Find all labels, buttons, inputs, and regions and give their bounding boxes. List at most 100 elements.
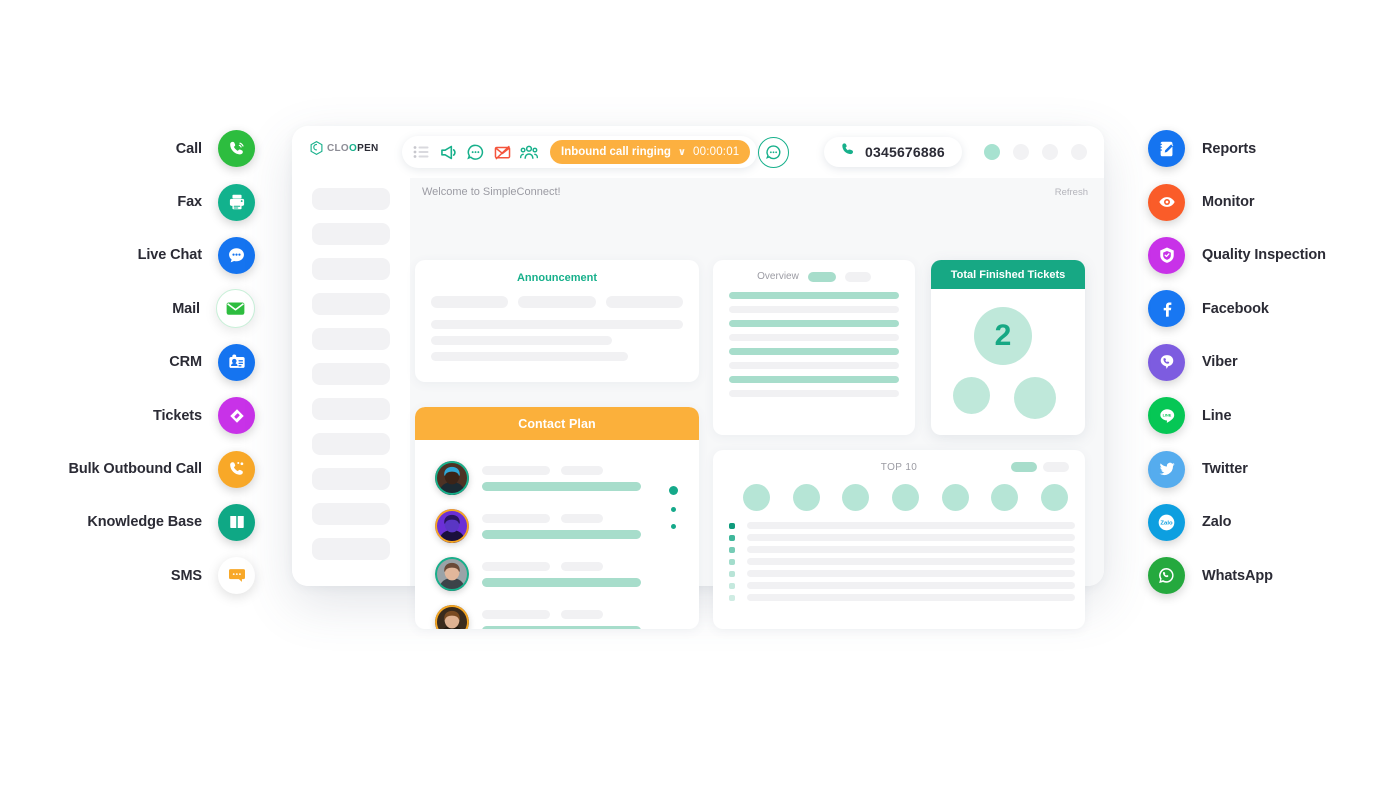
contact-plan-pager[interactable] — [669, 486, 678, 529]
announcement-tag-row — [415, 284, 699, 308]
call-status-badge[interactable]: Inbound call ringing ∨ 00:00:01 — [550, 140, 751, 164]
megaphone-icon[interactable] — [439, 143, 457, 161]
legend-swatch-active[interactable] — [1011, 462, 1037, 472]
sidebar-placeholder-row[interactable] — [312, 258, 390, 280]
rank-marker — [729, 546, 735, 553]
pager-dot-active[interactable] — [669, 486, 678, 495]
refresh-link[interactable]: Refresh — [1055, 187, 1088, 198]
channel-item-sms[interactable]: SMS — [171, 549, 255, 602]
cloopen-mark-icon — [310, 141, 323, 155]
channel-item-fax[interactable]: Fax — [177, 175, 255, 228]
contact-plan-row[interactable] — [415, 454, 699, 502]
channel-item-bulk-outbound-call[interactable]: Bulk Outbound Call — [68, 442, 255, 495]
pager-dot[interactable] — [671, 524, 676, 529]
top10-avatar-bubble[interactable] — [991, 484, 1019, 511]
sidebar-placeholder-row[interactable] — [312, 328, 390, 350]
report-edit-icon[interactable] — [1148, 130, 1185, 168]
sidebar-placeholder-row[interactable] — [312, 188, 390, 210]
agent-status-dot[interactable] — [1071, 144, 1087, 160]
outbound-call-icon[interactable] — [218, 450, 255, 488]
rank-marker — [729, 582, 735, 589]
avatar-woman-gray[interactable] — [435, 557, 469, 591]
rank-marker — [729, 558, 735, 565]
pager-dot[interactable] — [671, 507, 676, 512]
avatar-woman-brown[interactable] — [435, 605, 469, 629]
sidebar-placeholder-row[interactable] — [312, 293, 390, 315]
top10-avatar-bubble[interactable] — [842, 484, 870, 511]
top10-rank-row[interactable] — [729, 594, 1075, 601]
chat-dots-icon[interactable] — [466, 143, 484, 161]
sidebar-placeholder-row[interactable] — [312, 538, 390, 560]
channel-item-viber[interactable]: Viber — [1148, 336, 1238, 389]
legend-swatch-active[interactable] — [807, 271, 836, 282]
channel-item-zalo[interactable]: Zalo Zalo — [1148, 496, 1232, 549]
contact-card-icon[interactable] — [218, 343, 255, 381]
ticket-icon[interactable] — [218, 397, 255, 435]
channel-item-live-chat[interactable]: Live Chat — [138, 229, 255, 282]
avatar-man-purple[interactable] — [435, 509, 469, 543]
channel-item-crm[interactable]: CRM — [169, 336, 255, 389]
contact-plan-row[interactable] — [415, 550, 699, 598]
sidebar-placeholder-row[interactable] — [312, 468, 390, 490]
top10-rank-row[interactable] — [729, 534, 1075, 541]
agent-status-dot[interactable] — [1013, 144, 1029, 160]
channel-item-twitter[interactable]: Twitter — [1148, 442, 1248, 495]
active-call-number-pill[interactable]: 0345676886 — [824, 137, 962, 167]
channel-item-line[interactable]: LINE Line — [1148, 389, 1232, 442]
sidebar-placeholder-row[interactable] — [312, 503, 390, 525]
top10-legend — [1011, 462, 1069, 472]
channel-item-knowledge-base[interactable]: Knowledge Base — [87, 496, 255, 549]
sidebar-placeholder-row[interactable] — [312, 363, 390, 385]
zalo-icon[interactable]: Zalo — [1148, 503, 1185, 541]
users-group-icon[interactable] — [520, 143, 538, 161]
whatsapp-icon[interactable] — [1148, 557, 1185, 595]
sidebar-placeholder-row[interactable] — [312, 398, 390, 420]
top10-rank-row[interactable] — [729, 522, 1075, 529]
top10-rank-row[interactable] — [729, 570, 1075, 577]
top10-avatar-bubble[interactable] — [1040, 484, 1068, 511]
line-icon[interactable]: LINE — [1148, 397, 1185, 435]
mail-blocked-icon[interactable] — [493, 143, 511, 161]
avatar-man-blue-headwrap[interactable] — [435, 461, 469, 495]
channel-item-quality-inspection[interactable]: Quality Inspection — [1148, 229, 1326, 282]
channel-item-whatsapp[interactable]: WhatsApp — [1148, 549, 1273, 602]
chat-bubble-icon[interactable] — [218, 236, 255, 274]
phone-waves-icon[interactable] — [218, 130, 255, 168]
channel-item-monitor[interactable]: Monitor — [1148, 175, 1255, 228]
sidebar-placeholder-row[interactable] — [312, 223, 390, 245]
chat-circle-icon[interactable] — [758, 137, 789, 168]
sidebar-placeholder-row[interactable] — [312, 433, 390, 455]
top10-avatar-bubble[interactable] — [941, 484, 969, 511]
top10-rank-row[interactable] — [729, 558, 1075, 565]
viber-icon[interactable] — [1148, 343, 1185, 381]
facebook-icon[interactable] — [1148, 290, 1185, 328]
top10-rank-row[interactable] — [729, 582, 1075, 589]
chevron-down-icon[interactable]: ∨ — [678, 147, 686, 158]
contact-plan-row[interactable] — [415, 598, 699, 629]
placeholder-line — [747, 534, 1075, 541]
channel-item-reports[interactable]: Reports — [1148, 122, 1256, 175]
top10-rank-row[interactable] — [729, 546, 1075, 553]
agent-status-dot[interactable] — [1042, 144, 1058, 160]
channel-item-tickets[interactable]: Tickets — [153, 389, 255, 442]
channel-item-call[interactable]: Call — [176, 122, 255, 175]
channel-label: Facebook — [1202, 300, 1269, 317]
top10-avatar-bubble[interactable] — [743, 484, 770, 511]
legend-swatch-inactive[interactable] — [844, 271, 871, 282]
eye-icon[interactable] — [1148, 183, 1185, 221]
twitter-icon[interactable] — [1148, 450, 1185, 488]
envelope-icon[interactable] — [216, 289, 255, 329]
top10-avatar-bubble[interactable] — [792, 484, 820, 511]
top10-avatar-bubble[interactable] — [891, 484, 919, 511]
channel-item-facebook[interactable]: Facebook — [1148, 282, 1269, 335]
printer-icon[interactable] — [218, 183, 255, 221]
sms-icon[interactable] — [218, 557, 255, 595]
contact-plan-row[interactable] — [415, 502, 699, 550]
tickets-title: Total Finished Tickets — [931, 260, 1085, 289]
legend-swatch-inactive[interactable] — [1043, 462, 1069, 472]
channel-item-mail[interactable]: Mail — [172, 282, 255, 335]
agent-status-dot[interactable] — [984, 144, 1000, 160]
shield-check-icon[interactable] — [1148, 236, 1185, 274]
list-icon[interactable] — [412, 143, 430, 161]
book-icon[interactable] — [218, 503, 255, 541]
